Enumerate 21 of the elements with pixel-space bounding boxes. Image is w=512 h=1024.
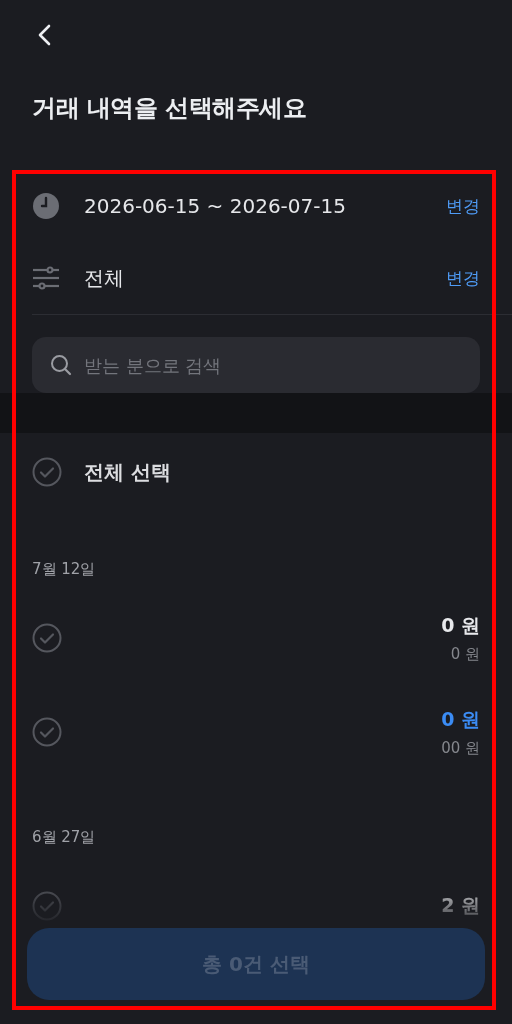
check-circle-icon[interactable] xyxy=(32,891,62,921)
filter-value: 2026-06-15 ~ 2026-07-15 xyxy=(84,194,347,218)
transaction-amount: 0 원 xyxy=(441,706,480,732)
search-icon xyxy=(50,354,72,376)
transaction-amount: 2 원 xyxy=(441,893,480,918)
sliders-icon xyxy=(32,266,60,290)
page-title: 거래 내역을 선택해주세요 xyxy=(32,93,308,124)
date-header: 7월 12일 xyxy=(31,559,97,580)
filter-value: 전체 xyxy=(84,264,125,292)
check-circle-icon[interactable] xyxy=(32,457,62,487)
check-circle-icon[interactable] xyxy=(32,717,62,747)
select-all-label: 전체 선택 xyxy=(84,458,171,486)
balance-amount: 0 원 xyxy=(450,644,480,664)
check-circle-icon[interactable] xyxy=(32,623,62,653)
date-header: 6월 27일 xyxy=(31,827,97,848)
clock-icon xyxy=(32,192,60,220)
change-link[interactable]: 변경 xyxy=(446,194,480,218)
transaction-amount: 0 원 xyxy=(441,612,480,638)
change-link[interactable]: 변경 xyxy=(446,266,480,290)
balance-amount: 00 원 xyxy=(441,738,480,758)
search-field[interactable]: 받는 분으로 검색 xyxy=(32,337,480,393)
